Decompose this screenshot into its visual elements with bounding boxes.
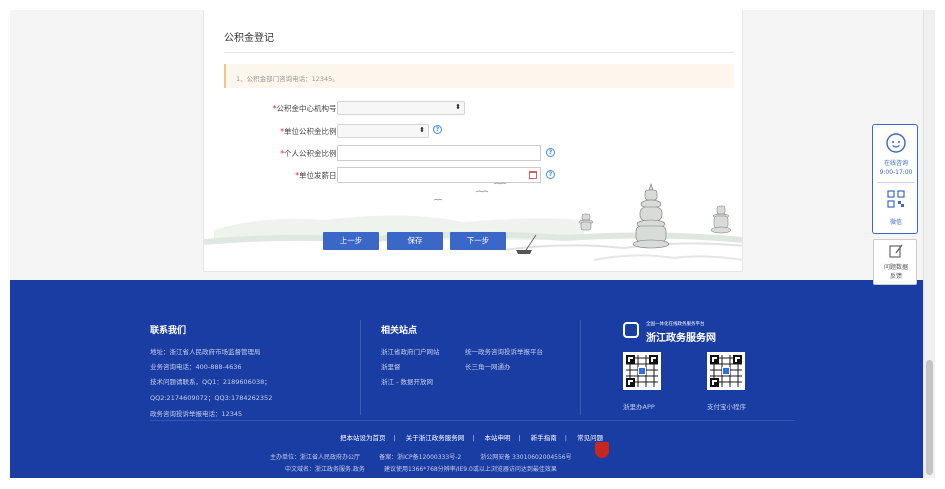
next-step-button[interactable]: 下一步 [450,232,506,250]
form-title: 公积金登记 [224,33,274,44]
field-label: *单位公积金比例： [280,127,344,136]
calendar-icon[interactable] [529,171,537,179]
police-emblem-icon[interactable] [595,442,609,458]
related-link[interactable]: 统一政务咨询投诉举报平台 [465,346,543,356]
brand-name: 浙江政务服务网 [646,333,716,344]
site-footer: 联系我们 地址：浙江省人民政府市场监督管理局 业务咨询电话：400-888-46… [10,280,933,478]
field-row-center-number: *公积金中心机构号： ⬍ [224,100,724,116]
panel-separator [877,182,915,183]
online-hours: 9:00-17:00 [879,169,913,176]
contact-line: 地址：浙江省人民政府市场监督管理局 [150,348,261,356]
feedback-button[interactable]: 问题数据 反馈 [873,239,917,285]
zhejiang-gov-logo-icon [623,322,639,338]
save-button[interactable]: 保存 [387,232,443,250]
field-row-unit-ratio: *单位公积金比例： ⬍ ? [224,123,724,139]
footer-divider [580,320,581,415]
title-divider [224,52,734,53]
contact-line: QQ2:2174609072；QQ3:1784262352 [150,394,273,402]
zheliban-qr-code [623,352,661,390]
center-number-select[interactable]: ⬍ [337,101,465,115]
related-link[interactable]: 浙江省政府门户网站 [381,346,440,356]
browser-viewport: 公积金登记 1、公积金部门咨询电话：12345。 *公积金中心机构号： ⬍ *单… [10,10,933,478]
online-consult-label[interactable]: 在线咨询 [873,158,919,167]
prev-step-button[interactable]: 上一步 [323,232,379,250]
related-link[interactable]: 长三角一网通办 [465,361,511,371]
unit-ratio-select[interactable]: ⬍ [337,124,429,138]
info-icon[interactable]: ? [546,170,555,179]
personal-ratio-input[interactable] [337,145,541,161]
field-label: *个人公积金比例： [280,149,344,158]
contact-line: 技术问题请联系，QQ1：2189606038； [150,378,271,386]
field-row-personal-ratio: *个人公积金比例： ? [224,145,724,161]
related-link[interactable]: 浙里督 [381,361,401,371]
footer-hline [150,420,795,421]
info-icon[interactable]: ? [546,148,555,157]
contact-line: 业务咨询电话：400-888-4636 [150,363,242,371]
edit-icon [889,244,903,258]
scenery-illustration [204,182,742,261]
form-card: 公积金登记 1、公积金部门咨询电话：12345。 *公积金中心机构号： ⬍ *单… [203,10,743,272]
domain-info: 中文域名：浙江政务服务.政务 建议使用1366*768分辨率/IE9.0或以上浏… [285,466,557,473]
chevron-updown-icon: ⬍ [419,126,425,134]
qr-caption: 浙里办APP [623,403,655,411]
feedback-label: 问题数据 [883,264,908,271]
notice-banner: 1、公积金部门咨询电话：12345。 [224,64,734,88]
related-heading: 相关站点 [381,326,418,336]
footer-link[interactable]: 新手指南 [531,432,557,442]
footer-link[interactable]: 本站申明 [485,432,511,442]
footer-divider [360,320,361,415]
sponsor-info: 主办单位：浙江省人民政府办公厅 备案：浙ICP备12000333号-2 浙公网安… [270,454,572,461]
headset-face-icon[interactable] [884,131,908,155]
related-link[interactable]: 浙江 - 数据开放网 [381,376,433,386]
feedback-label: 反馈 [889,273,902,280]
scrollbar-thumb[interactable] [926,360,933,475]
brand-subtitle: 全国一体化在线政务服务平台 [646,322,705,327]
wechat-qr-icon[interactable] [887,190,905,208]
footer-link[interactable]: 关于浙江政务服务网 [406,432,465,442]
contact-heading: 联系我们 [150,326,187,336]
page-scrollbar[interactable] [923,10,935,478]
field-label: *公积金中心机构号： [272,104,344,113]
qr-caption: 支付宝小程序 [707,403,746,411]
footer-link[interactable]: 常见问题 [577,432,603,442]
chevron-updown-icon: ⬍ [455,103,461,111]
wechat-label[interactable]: 微信 [873,217,919,226]
alipay-qr-code [707,352,745,390]
info-icon[interactable]: ? [433,125,442,134]
floating-service-panel: 在线咨询 9:00-17:00 微信 [872,124,918,234]
contact-line: 政务咨询投诉举报电话：12345 [150,410,243,418]
footer-links: 把本站设为首页 | 关于浙江政务服务网 | 本站申明 | 新手指南 | 常见问题 [339,432,604,442]
footer-link[interactable]: 把本站设为首页 [340,432,386,442]
